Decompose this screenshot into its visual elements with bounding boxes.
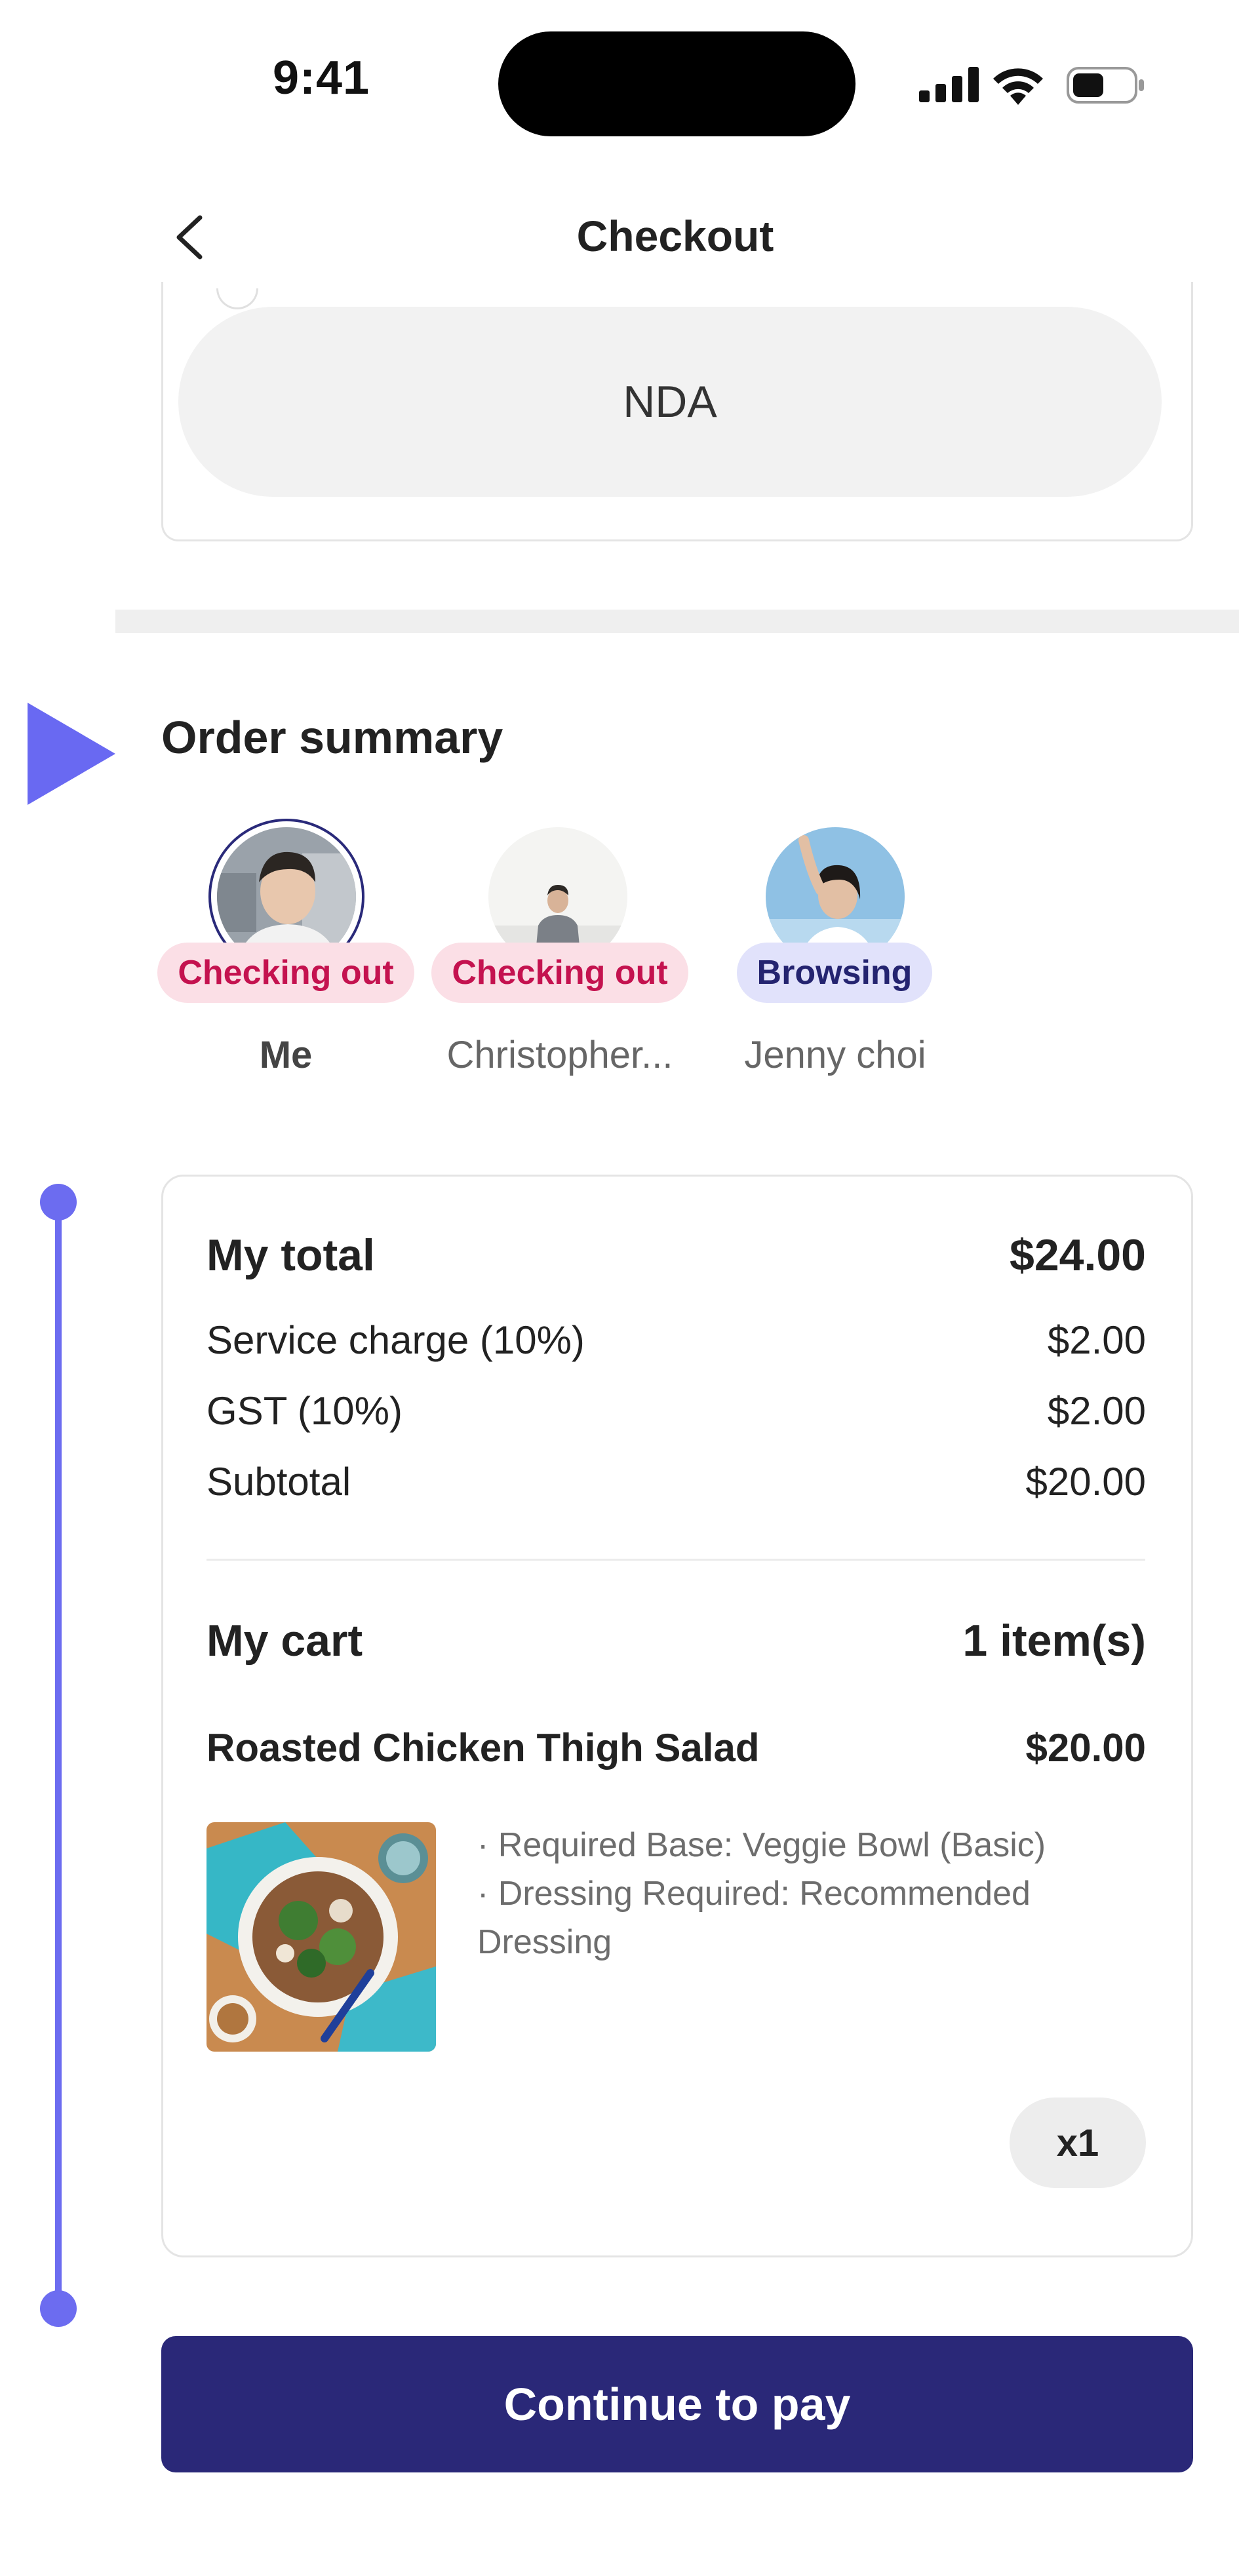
my-cart-title: My cart	[206, 1616, 363, 1666]
cart-item-price: $20.00	[1025, 1726, 1146, 1770]
gst-label: GST (10%)	[206, 1389, 403, 1433]
subtotal-label: Subtotal	[206, 1460, 351, 1504]
gst-value: $2.00	[1047, 1389, 1146, 1433]
cart-item-name: Roasted Chicken Thigh Salad	[206, 1726, 760, 1770]
quantity-button[interactable]: x1	[1010, 2098, 1146, 2188]
pointer-triangle-icon	[28, 703, 115, 805]
chevron-left-icon	[176, 215, 203, 260]
nda-option-button[interactable]: NDA	[178, 307, 1162, 497]
participant-name: Me	[259, 1034, 313, 1076]
order-summary-title: Order summary	[161, 712, 503, 763]
cellular-signal-icon	[919, 67, 979, 102]
status-badge: Browsing	[737, 943, 932, 1003]
my-total-value: $24.00	[1010, 1230, 1146, 1280]
my-total-label: My total	[206, 1230, 375, 1280]
nda-option-label: NDA	[623, 377, 717, 427]
divider	[206, 1559, 1145, 1561]
cart-count: 1 item(s)	[962, 1616, 1146, 1666]
timeline-dot	[40, 2290, 77, 2327]
dynamic-island	[498, 31, 856, 136]
food-image	[206, 1822, 436, 2052]
quantity-label: x1	[1056, 2121, 1099, 2164]
service-charge-value: $2.00	[1047, 1318, 1146, 1362]
participant-name: Jenny choi	[744, 1034, 926, 1076]
status-badge: Checking out	[431, 943, 688, 1003]
back-button[interactable]	[167, 211, 213, 263]
continue-to-pay-button[interactable]: Continue to pay	[161, 2336, 1193, 2472]
cart-item-option: · Required Base: Veggie Bowl (Basic)	[477, 1826, 1046, 1864]
timeline-line	[55, 1201, 62, 2309]
timeline-dot	[40, 1184, 77, 1220]
wifi-icon	[993, 68, 1043, 105]
subtotal-value: $20.00	[1025, 1460, 1146, 1504]
status-time: 9:41	[272, 52, 370, 104]
page-title: Checkout	[576, 212, 774, 260]
status-badge: Checking out	[157, 943, 414, 1003]
section-divider	[115, 610, 1239, 633]
battery-icon	[1067, 67, 1144, 104]
service-charge-label: Service charge (10%)	[206, 1318, 585, 1362]
participant-name: Christopher...	[446, 1034, 673, 1076]
cart-item-option: · Dressing Required: Recommended Dressin…	[477, 1875, 1031, 1961]
